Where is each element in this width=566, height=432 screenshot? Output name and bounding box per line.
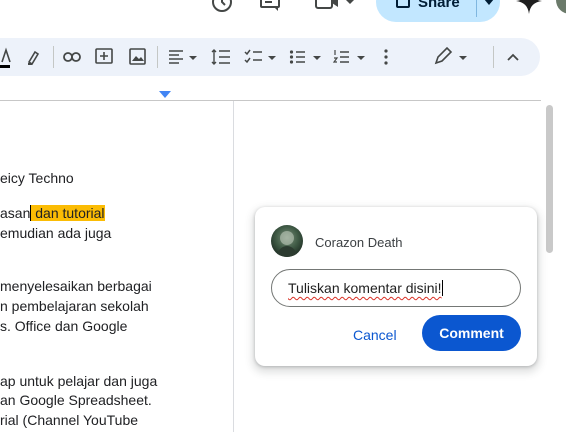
document-line: emudian ada juga <box>0 225 112 241</box>
add-comment-icon[interactable] <box>95 38 113 76</box>
insert-image-icon[interactable] <box>129 38 147 76</box>
comment-submit-button[interactable]: Comment <box>422 315 521 351</box>
text-color-icon[interactable] <box>0 38 12 76</box>
share-main[interactable]: Share <box>376 0 476 22</box>
bulleted-list-icon[interactable] <box>289 38 325 76</box>
share-button[interactable]: Share <box>376 0 500 22</box>
comment-author-avatar <box>271 225 303 257</box>
cancel-button[interactable]: Cancel <box>347 321 403 349</box>
highlighted-text: dan tutorial <box>31 205 105 221</box>
align-icon[interactable] <box>168 38 200 76</box>
document-line: asan dan tutorial <box>0 205 105 221</box>
highlight-color-icon[interactable] <box>25 38 41 76</box>
comments-icon[interactable] <box>258 0 282 19</box>
ruler-indent-marker[interactable] <box>159 91 171 98</box>
toolbar-divider <box>157 46 158 68</box>
numbered-list-icon[interactable] <box>333 38 369 76</box>
toolbar-divider <box>493 46 494 68</box>
document-line: rial (Channel YouTube <box>0 412 139 428</box>
share-lock-icon <box>396 0 410 12</box>
comment-input-text: Tuliskan komentar disini! <box>288 280 442 296</box>
comment-author-name: Corazon Death <box>315 235 403 250</box>
avatar[interactable] <box>556 0 566 14</box>
input-cursor <box>441 280 443 296</box>
scrollbar[interactable] <box>546 105 553 253</box>
more-options-icon[interactable] <box>383 38 389 76</box>
ruler <box>0 100 541 101</box>
document-line: eicy Techno <box>0 170 74 186</box>
comment-card: Corazon Death Tuliskan komentar disini! … <box>255 207 537 366</box>
page-edge <box>233 101 234 432</box>
document-line: menyelesaikan berbagai <box>0 278 152 294</box>
meet-icon[interactable] <box>314 0 358 19</box>
document-line: an Google Spreadsheet. <box>0 392 152 408</box>
checklist-icon[interactable] <box>244 38 280 76</box>
comment-input[interactable]: Tuliskan komentar disini! <box>271 269 521 307</box>
share-dropdown-icon[interactable] <box>477 0 500 22</box>
share-label: Share <box>418 0 460 11</box>
document-line: s. Office dan Google <box>0 318 128 334</box>
document-line: ap untuk pelajar dan juga <box>0 373 158 389</box>
document-line: n pembelajaran sekolah <box>0 298 149 314</box>
editing-mode-icon[interactable] <box>434 38 468 76</box>
insert-link-icon[interactable] <box>63 38 81 76</box>
toolbar-divider <box>53 46 54 68</box>
line-spacing-icon[interactable] <box>211 38 231 76</box>
history-icon[interactable] <box>210 0 234 19</box>
hide-menus-icon[interactable] <box>506 38 520 76</box>
gemini-spark-icon[interactable] <box>516 0 542 19</box>
